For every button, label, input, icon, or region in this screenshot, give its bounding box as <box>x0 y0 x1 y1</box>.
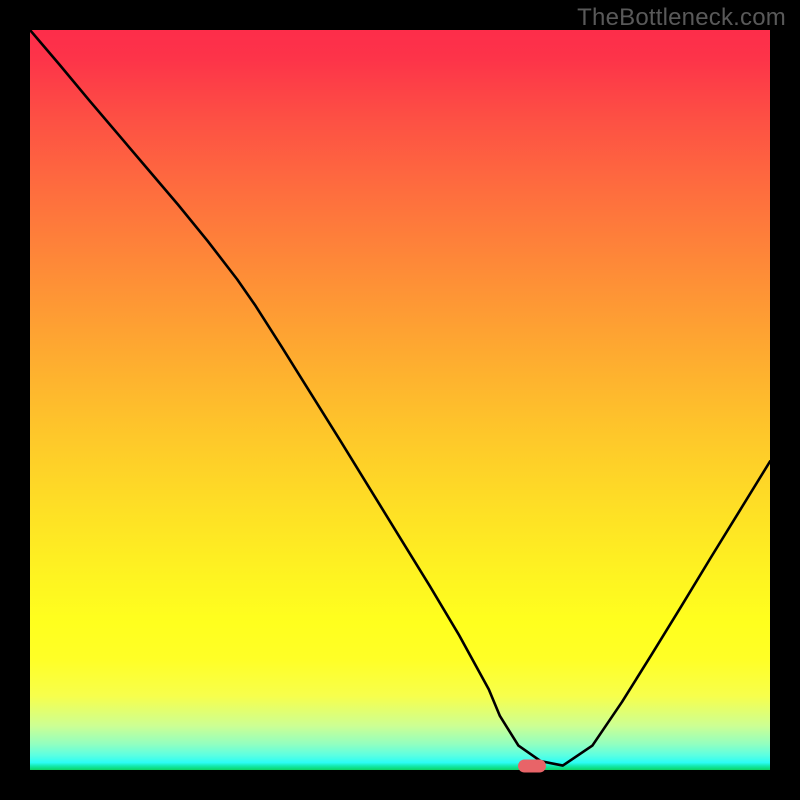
watermark-text: TheBottleneck.com <box>577 4 786 32</box>
line-chart-svg <box>30 30 770 770</box>
plot-area <box>30 30 770 770</box>
chart-marker <box>518 759 546 772</box>
chart-line <box>30 30 770 766</box>
chart-container: TheBottleneck.com <box>0 0 800 800</box>
